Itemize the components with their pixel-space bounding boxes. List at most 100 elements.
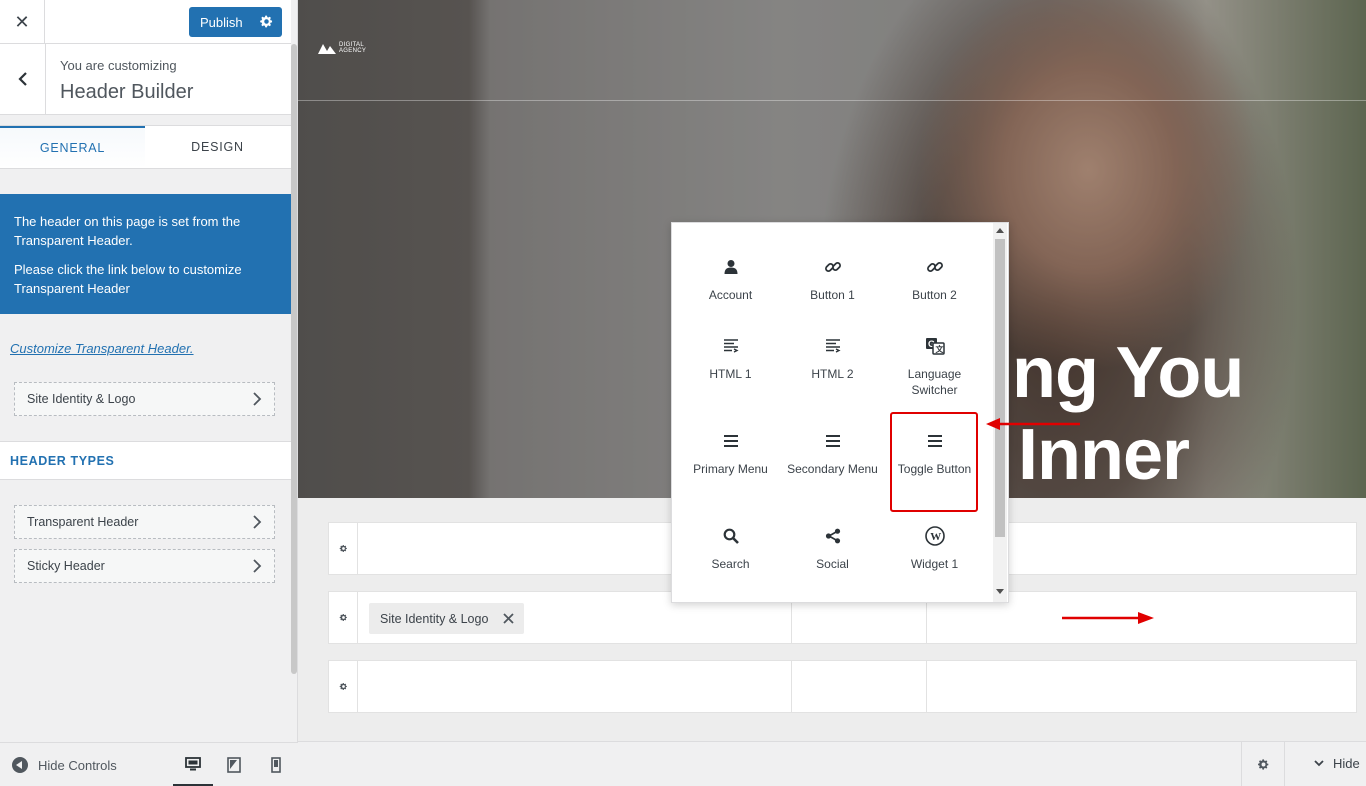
element-html-2[interactable]: HTML 2 <box>782 336 883 382</box>
gear-icon <box>339 682 347 691</box>
element-html-1[interactable]: HTML 1 <box>680 336 781 382</box>
header-types-heading: HEADER TYPES <box>0 441 291 480</box>
wordpress-icon: W <box>924 526 945 546</box>
sticky-header-label: Sticky Header <box>27 559 105 573</box>
hide-builder-button[interactable]: Hide <box>1314 756 1360 771</box>
element-language-switcher[interactable]: G文 Language Switcher <box>884 336 985 398</box>
customizing-panel-title: You are customizing Header Builder <box>0 44 291 115</box>
share-icon <box>825 528 840 544</box>
builder-settings-button[interactable] <box>1241 742 1285 786</box>
info-notice: The header on this page is set from the … <box>0 194 291 314</box>
column-divider <box>926 661 927 712</box>
site-logo[interactable]: DIGITAL AGENCY <box>318 42 366 54</box>
element-label: Widget 1 <box>910 557 959 571</box>
element-label: HTML 1 <box>709 367 752 381</box>
gear-icon <box>339 544 347 553</box>
builder-row-bottom <box>328 660 1357 713</box>
back-button[interactable] <box>0 44 46 114</box>
element-secondary-menu[interactable]: Secondary Menu <box>782 431 883 477</box>
element-button-1[interactable]: Button 1 <box>782 257 883 303</box>
element-label: Account <box>708 288 753 302</box>
builder-bottom-bar: Hide <box>298 741 1366 786</box>
site-identity-label: Site Identity & Logo <box>27 392 136 406</box>
toggle-button-highlight <box>890 412 978 512</box>
tab-design[interactable]: DESIGN <box>145 126 290 168</box>
tab-general[interactable]: GENERAL <box>0 126 145 168</box>
element-label: Button 2 <box>912 288 957 302</box>
arrow-right-icon <box>1062 612 1154 624</box>
link-icon <box>926 262 943 272</box>
publish-button[interactable]: Publish <box>189 7 282 37</box>
publish-label: Publish <box>200 14 243 30</box>
notice-text-2: Please click the link below to customize… <box>14 262 242 296</box>
gear-icon[interactable] <box>259 14 274 29</box>
arrow-left-icon <box>986 418 1080 430</box>
chip-label: Site Identity & Logo <box>380 611 489 626</box>
element-social[interactable]: Social <box>782 526 883 572</box>
hide-label: Hide <box>1333 756 1360 771</box>
transparent-header-item[interactable]: Transparent Header <box>14 505 275 539</box>
search-icon <box>723 528 739 544</box>
element-button-2[interactable]: Button 2 <box>884 257 985 303</box>
desktop-icon <box>185 756 201 770</box>
logo-mark-icon <box>318 44 336 54</box>
element-label: Secondary Menu <box>787 462 878 476</box>
customizing-label: You are customizing <box>60 58 177 73</box>
user-icon <box>724 260 737 274</box>
sticky-header-item[interactable]: Sticky Header <box>14 549 275 583</box>
element-label: Social <box>816 557 849 571</box>
chevron-right-icon <box>253 559 262 573</box>
element-label: Language Switcher <box>907 367 962 397</box>
chevron-right-icon <box>253 515 262 529</box>
row-settings-button[interactable] <box>329 523 358 574</box>
remove-icon[interactable] <box>503 613 515 624</box>
gear-icon <box>339 613 347 622</box>
scroll-thumb[interactable] <box>995 239 1005 537</box>
hide-controls-button[interactable]: Hide Controls <box>12 757 117 773</box>
text-lines-icon <box>723 339 739 353</box>
transparent-header-label: Transparent Header <box>27 515 139 529</box>
chevron-right-icon <box>253 392 262 406</box>
header-divider <box>298 100 1366 101</box>
column-divider <box>791 661 792 712</box>
chevron-down-icon <box>1314 760 1324 767</box>
popup-scrollbar[interactable] <box>993 223 1007 602</box>
sidebar-scrollbar[interactable] <box>291 44 297 674</box>
translate-icon: G文 <box>925 338 945 355</box>
tablet-icon <box>227 757 241 773</box>
element-search[interactable]: Search <box>680 526 781 572</box>
text-lines-icon <box>825 339 841 353</box>
hide-controls-label: Hide Controls <box>38 757 117 773</box>
row-settings-button[interactable] <box>329 592 358 643</box>
device-desktop-button[interactable] <box>173 743 213 786</box>
sidebar-footer: Hide Controls <box>0 742 298 786</box>
element-account[interactable]: Account <box>680 257 781 303</box>
row-settings-button[interactable] <box>329 661 358 712</box>
svg-text:文: 文 <box>935 344 944 354</box>
link-icon <box>824 262 841 272</box>
menu-icon <box>723 435 738 447</box>
gear-icon <box>1257 758 1268 770</box>
device-tablet-button[interactable] <box>214 743 254 786</box>
close-button[interactable]: ✕ <box>0 0 45 44</box>
element-primary-menu[interactable]: Primary Menu <box>680 431 781 477</box>
mobile-icon <box>271 757 281 773</box>
collapse-icon <box>12 757 28 773</box>
element-label: Primary Menu <box>693 462 768 476</box>
element-widget-1[interactable]: W Widget 1 <box>884 526 985 572</box>
sidebar-header: ✕ Publish <box>0 0 291 44</box>
element-label: Button 1 <box>810 288 855 302</box>
scroll-down-icon[interactable] <box>996 589 1004 594</box>
site-identity-item[interactable]: Site Identity & Logo <box>14 382 275 416</box>
tab-bar: GENERAL DESIGN <box>0 125 291 169</box>
notice-text-1: The header on this page is set from the … <box>14 214 241 248</box>
logo-line-2: AGENCY <box>339 48 367 54</box>
chevron-left-icon <box>17 72 27 86</box>
site-identity-chip[interactable]: Site Identity & Logo <box>369 603 525 634</box>
customizer-sidebar: ✕ Publish You are customizing Header Bui… <box>0 0 298 786</box>
svg-text:W: W <box>930 531 941 543</box>
customize-transparent-header-link[interactable]: Customize Transparent Header. <box>10 341 194 356</box>
device-mobile-button[interactable] <box>256 743 296 786</box>
scroll-up-icon[interactable] <box>996 228 1004 233</box>
element-label: Search <box>711 557 750 571</box>
